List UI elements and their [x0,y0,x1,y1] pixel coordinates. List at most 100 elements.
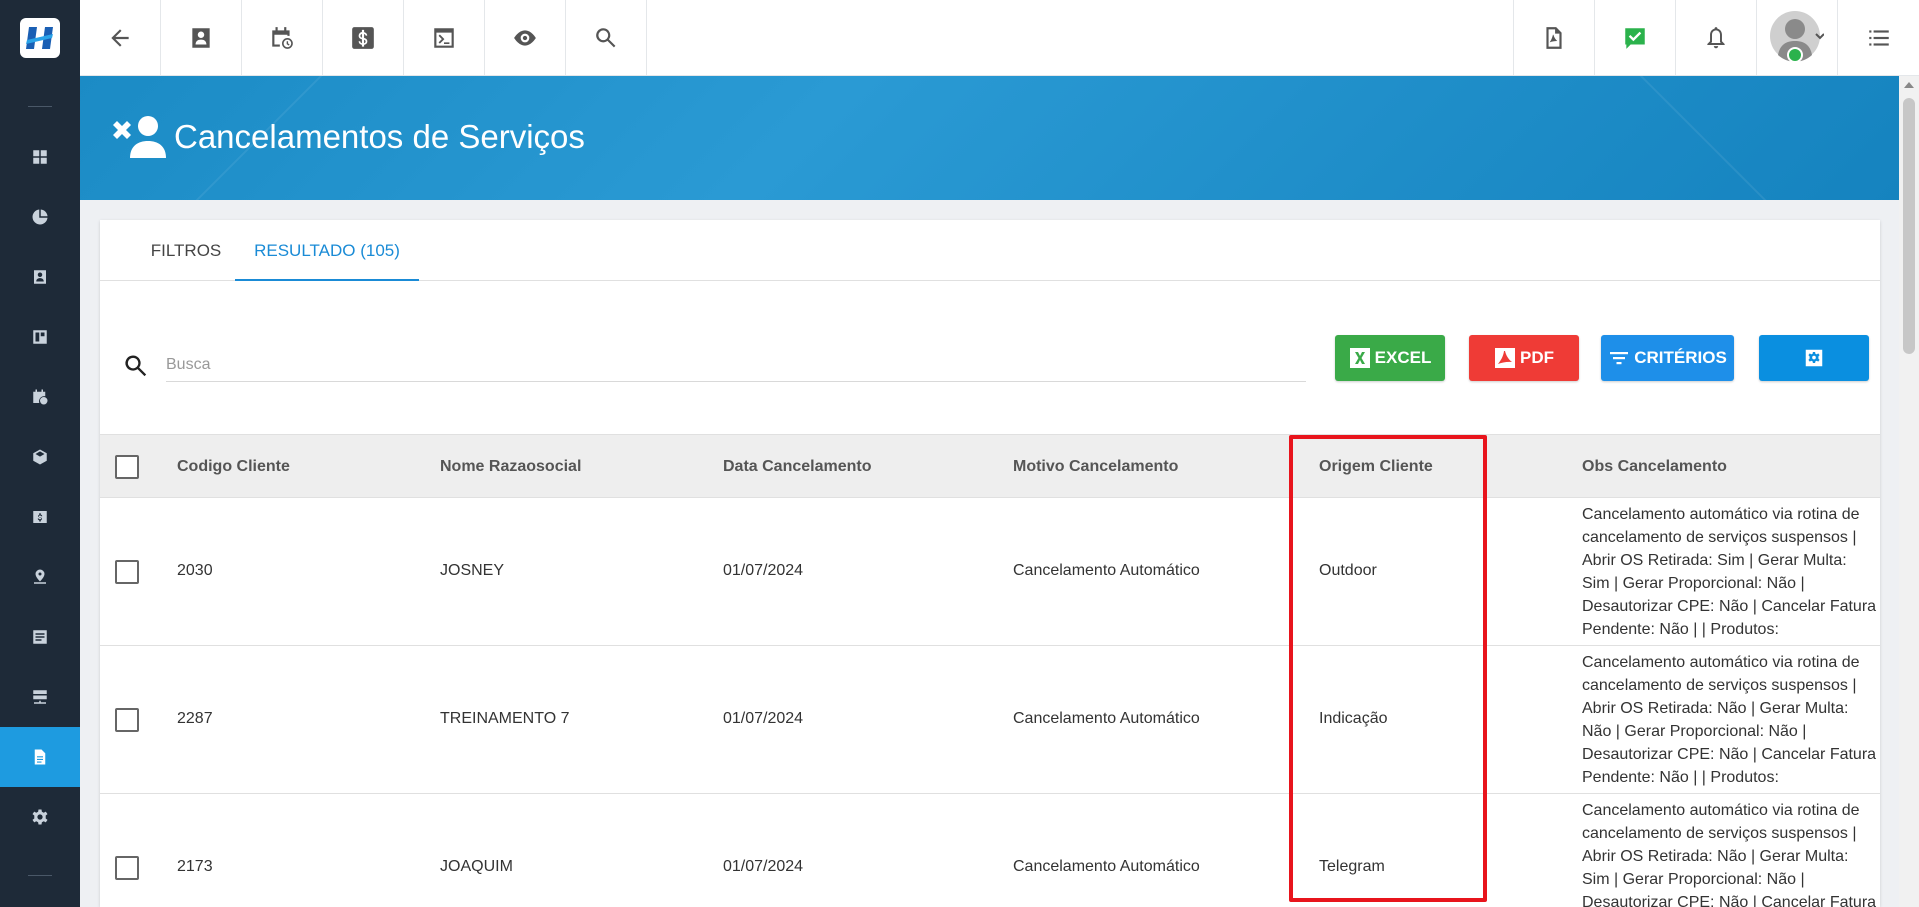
sidebar-item-board[interactable] [0,307,80,367]
cell-motivo: Cancelamento Automático [1013,858,1200,875]
cell-obs: Cancelamento automático via rotina de ca… [1582,802,1877,907]
sidebar-item-list[interactable] [0,607,80,667]
page-title-group: Cancelamentos de Serviços [110,114,585,160]
pie-chart-icon [32,209,48,225]
user-remove-icon [113,116,166,158]
cell-data: 01/07/2024 [723,562,804,579]
cell-nome: JOSNEY [440,562,505,579]
user-menu[interactable] [1756,0,1837,76]
view-button[interactable] [485,0,566,76]
excel-button-label: EXCEL [1374,348,1432,367]
menu-icon [1868,30,1889,46]
package-icon [33,449,47,465]
main-menu-button[interactable] [1837,0,1919,76]
dashboard-icon [33,150,47,164]
pdf-icon [1495,348,1515,368]
settings-icon [1805,349,1823,367]
sidebar-item-schedule[interactable] [0,367,80,427]
sidebar [0,0,80,907]
pdf-button-label: PDF [1520,348,1554,367]
search-icon [596,28,616,48]
criteria-button-label: CRITÉRIOS [1634,348,1727,367]
sidebar-item-dashboard[interactable] [0,127,80,187]
finance-button[interactable] [323,0,404,76]
calendar-clock-icon [272,27,293,49]
search-icon [125,355,147,377]
cell-codigo: 2173 [177,858,213,875]
global-search-button[interactable] [566,0,647,76]
dollar-icon [352,27,374,49]
row-checkbox[interactable] [115,560,139,584]
sidebar-item-settings[interactable] [0,787,80,847]
table-row[interactable]: 2173 JOAQUIM 01/07/2024 Cancelamento Aut… [100,794,1880,907]
cell-codigo: 2030 [177,562,213,579]
pdf-export-button[interactable]: PDF [1469,335,1579,381]
column-header-nome[interactable]: Nome Razaosocial [440,435,581,499]
top-bar [80,0,1919,76]
origem-column-highlight [1289,435,1487,902]
logo-icon [20,18,60,58]
server-icon [33,690,47,704]
page-title: Cancelamentos de Serviços [174,118,585,155]
sidebar-divider [28,106,52,107]
tasks-button[interactable] [1594,0,1675,76]
scroll-thumb[interactable] [1903,98,1915,354]
list-icon [33,630,47,644]
cell-motivo: Cancelamento Automático [1013,710,1200,727]
sidebar-item-clients[interactable] [0,247,80,307]
board-icon [33,330,47,344]
filter-icon [1610,352,1629,365]
pdf-file-icon [1546,27,1562,49]
column-header-codigo[interactable]: Codigo Cliente [177,435,290,499]
cell-obs: Cancelamento automático via rotina de ca… [1582,506,1877,638]
money-icon [33,511,47,523]
terminal-button[interactable] [404,0,485,76]
cell-nome: TREINAMENTO 7 [440,710,570,727]
scroll-up-icon[interactable] [1904,82,1914,88]
row-checkbox[interactable] [115,708,139,732]
header-decoration [1629,76,1773,200]
tab-bar: FILTROS RESULTADO (105) [100,220,1880,281]
pdf-button[interactable] [1513,0,1594,76]
app-logo[interactable] [0,0,80,76]
column-header-data[interactable]: Data Cancelamento [723,435,872,499]
tab-filters[interactable]: FILTROS [118,220,254,281]
gear-icon [32,809,48,825]
sidebar-divider [28,875,52,876]
eye-icon [514,30,536,46]
sidebar-item-products[interactable] [0,427,80,487]
excel-icon [1349,348,1370,368]
tab-results[interactable]: RESULTADO (105) [235,220,419,281]
notifications-button[interactable] [1675,0,1756,76]
criteria-button[interactable]: CRITÉRIOS [1601,335,1734,381]
sidebar-item-finance[interactable] [0,487,80,547]
results-card: FILTROS RESULTADO (105) EXCEL PDF CRITÉR… [100,220,1880,907]
cell-data: 01/07/2024 [723,858,804,875]
table-row[interactable]: 2030 JOSNEY 01/07/2024 Cancelamento Auto… [100,498,1880,646]
table-header: Codigo Cliente Nome Razaosocial Data Can… [100,434,1880,498]
sidebar-item-reports[interactable] [0,727,80,787]
clients-button[interactable] [161,0,242,76]
map-pin-icon [34,569,46,584]
search-input[interactable] [166,348,1306,382]
select-all-checkbox[interactable] [115,455,139,479]
table-row[interactable]: 2287 TREINAMENTO 7 01/07/2024 Cancelamen… [100,646,1880,794]
cell-obs: Cancelamento automático via rotina de ca… [1582,654,1877,786]
column-settings-button[interactable] [1759,335,1869,381]
sidebar-item-map[interactable] [0,547,80,607]
sidebar-item-reports-chart[interactable] [0,187,80,247]
page-header: Cancelamentos de Serviços [80,76,1899,200]
page-scrollbar[interactable] [1899,76,1919,907]
column-header-obs[interactable]: Obs Cancelamento [1582,435,1727,499]
cell-motivo: Cancelamento Automático [1013,562,1200,579]
excel-button[interactable]: EXCEL [1335,335,1445,381]
cell-nome: JOAQUIM [440,858,513,875]
column-header-motivo[interactable]: Motivo Cancelamento [1013,435,1178,499]
sidebar-item-network[interactable] [0,667,80,727]
back-button[interactable] [80,0,161,76]
schedule-button[interactable] [242,0,323,76]
avatar [1770,11,1824,63]
calendar-clock-icon [33,389,48,405]
row-checkbox[interactable] [115,856,139,880]
bell-icon [1707,27,1725,49]
